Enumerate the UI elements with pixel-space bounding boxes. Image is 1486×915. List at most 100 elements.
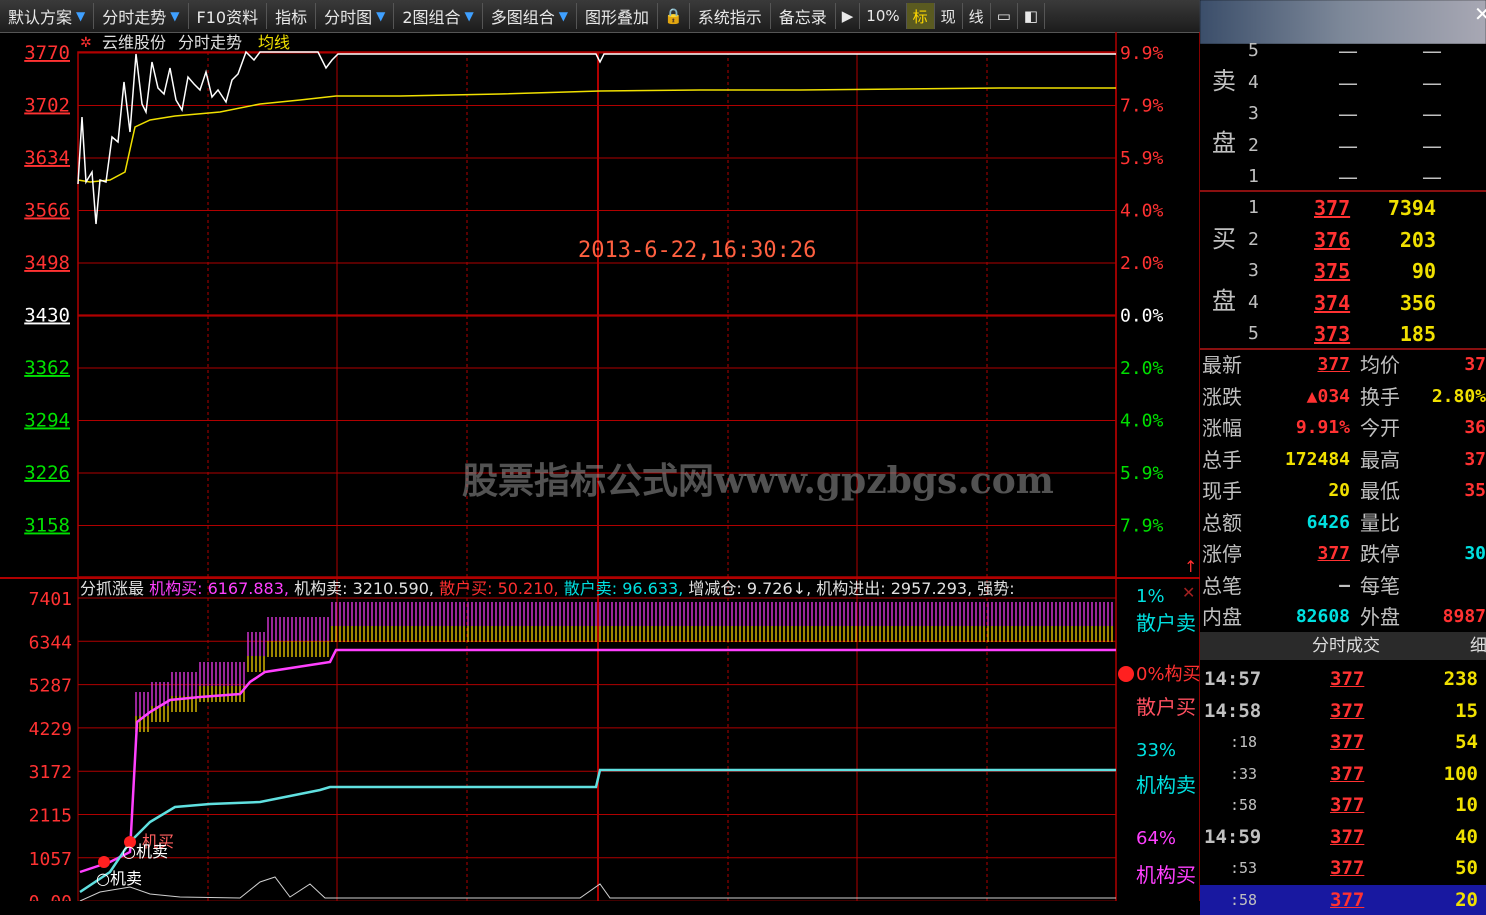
price-tick-label: 3294 (24, 410, 70, 432)
close-pane-icon[interactable]: ✕ (1182, 583, 1195, 602)
price-tick-label: 3226 (24, 462, 70, 484)
settings-icon[interactable]: ✲ (80, 35, 92, 51)
avg-label: 均线 (258, 33, 290, 52)
order-volume: — (1422, 102, 1442, 126)
tick-row[interactable]: 14:57 377 238 (1200, 664, 1486, 694)
tick-row[interactable]: :33 377 100 (1200, 759, 1486, 789)
tick-time: 14:57 (1204, 668, 1262, 690)
dropdown-arrow-icon[interactable]: ▼ (376, 9, 385, 23)
indicator-legend-item: 0%构买 (1136, 664, 1200, 685)
toolbar-timeshare[interactable]: 分时走势 ▼ (94, 3, 189, 29)
stat-value: 8987 (1442, 606, 1486, 627)
dropdown-arrow-icon[interactable]: ▼ (76, 9, 85, 23)
indicator-tick-label: 2115 (29, 806, 72, 827)
toolbar-line[interactable]: 线 (963, 3, 991, 29)
order-volume: — (1422, 70, 1442, 95)
tick-price: 377 (1330, 794, 1365, 816)
indicator-tick-label: 3172 (29, 762, 72, 783)
stat-label: 最低 (1360, 479, 1400, 503)
indicator-legend-item: 64% (1136, 828, 1176, 849)
order-level: 3 (1248, 103, 1259, 124)
stat-value: 82608 (1295, 606, 1350, 627)
indicator-tick-label: 0.00 (29, 892, 72, 901)
price-tick-label: 3702 (24, 95, 70, 117)
stat-label: 每笔 (1360, 573, 1400, 598)
window-icon[interactable]: ▭ (991, 3, 1018, 29)
stat-label: 量比 (1360, 510, 1400, 535)
order-price[interactable]: 373 (1314, 319, 1350, 349)
stat-value: 6426 (1306, 511, 1350, 533)
stat-label: 均价 (1360, 353, 1400, 377)
toolbar-overlay[interactable]: 图形叠加 (577, 3, 659, 29)
play-icon[interactable]: ▶ (836, 3, 861, 29)
stat-label: 换手 (1360, 384, 1400, 409)
order-price[interactable]: 376 (1314, 225, 1350, 255)
stat-label: 跌停 (1360, 542, 1400, 566)
order-volume: 356 (1399, 290, 1436, 315)
tick-row[interactable]: 14:59 377 40 (1200, 822, 1486, 852)
toolbar-f10[interactable]: F10资料 (189, 3, 268, 29)
tick-time: :33 (1230, 764, 1258, 783)
stat-label: 涨跌 (1202, 384, 1242, 409)
order-price[interactable]: 377 (1314, 193, 1350, 223)
dropdown-arrow-icon[interactable]: ▼ (559, 9, 568, 23)
stat-value: 377 (1317, 543, 1350, 564)
toolbar-scheme[interactable]: 默认方案 ▼ (0, 3, 95, 29)
ticks-header[interactable]: 分时成交 细 (1200, 632, 1486, 660)
divider (1200, 190, 1486, 192)
tick-price: 377 (1330, 668, 1365, 690)
tick-row[interactable]: :58 377 20 (1200, 884, 1486, 915)
toolbar-memo[interactable]: 备忘录 (771, 3, 836, 29)
stat-value: 377 (1317, 354, 1350, 375)
order-volume: — (1422, 165, 1442, 189)
lock-icon[interactable]: 🔒 (658, 3, 690, 29)
order-price[interactable]: 374 (1314, 288, 1350, 318)
tick-volume: 20 (1455, 888, 1478, 911)
pct-tick-label: 2.0% (1120, 358, 1164, 379)
buy-label: 盘 (1212, 287, 1236, 315)
pct-tick-label: 9.9% (1120, 43, 1164, 64)
order-price: — (1338, 165, 1358, 189)
tick-row[interactable]: :58 377 10 (1200, 790, 1486, 820)
toolbar-mark[interactable]: 标 (906, 3, 935, 29)
order-volume: 203 (1399, 227, 1436, 252)
toolbar-10pct[interactable]: 10% (860, 3, 907, 29)
tick-row[interactable]: 14:58 377 15 (1200, 696, 1486, 726)
order-level: 5 (1248, 323, 1259, 344)
stat-value: 35 (1464, 480, 1486, 501)
sell-label: 盘 (1212, 129, 1236, 157)
order-price: — (1338, 39, 1358, 63)
stat-label: 现手 (1202, 479, 1242, 503)
toolbar-indicator[interactable]: 指标 (267, 3, 317, 29)
toolbar-multichart[interactable]: 多图组合 ▼ (483, 3, 578, 29)
pct-tick-label: 0.0% (1120, 306, 1164, 327)
tick-row[interactable]: :53 377 50 (1200, 853, 1486, 883)
indicator-legend-item: 散户卖 (1136, 611, 1196, 635)
tick-price: 377 (1330, 857, 1365, 879)
order-price[interactable]: 375 (1314, 256, 1350, 286)
order-level: 2 (1248, 228, 1259, 250)
pct-tick-label: 2.0% (1120, 253, 1164, 274)
toolbar-system[interactable]: 系统指示 (690, 3, 771, 29)
indicator-legend-item: 机构买 (1136, 863, 1196, 887)
toolbar-2chart[interactable]: 2图组合 ▼ (394, 3, 483, 29)
stat-value: 30 (1464, 543, 1486, 564)
ticks-detail-tab[interactable]: 细 (1470, 632, 1486, 660)
price-tick-label: 3430 (24, 305, 70, 327)
toolbar-timechart[interactable]: 分时图 ▼ (316, 3, 395, 29)
toolbar-now[interactable]: 现 (935, 3, 963, 29)
tick-volume: 100 (1443, 762, 1478, 785)
tick-row[interactable]: :18 377 54 (1200, 727, 1486, 757)
order-level: 1 (1248, 166, 1259, 187)
pct-tick-label: 4.0% (1120, 201, 1164, 222)
marker-label: ○机卖 (96, 869, 142, 888)
dropdown-arrow-icon[interactable]: ▼ (465, 9, 474, 23)
pct-tick-label: 5.9% (1120, 463, 1164, 484)
sidebar-toggle-icon[interactable]: ◧ (1018, 3, 1046, 29)
order-level: 3 (1248, 260, 1259, 281)
stat-label: 今开 (1360, 416, 1400, 440)
dropdown-arrow-icon[interactable]: ▼ (170, 9, 179, 23)
tick-volume: 10 (1455, 794, 1478, 816)
order-level: 4 (1248, 71, 1259, 93)
close-icon[interactable]: ✕ (1474, 2, 1486, 26)
